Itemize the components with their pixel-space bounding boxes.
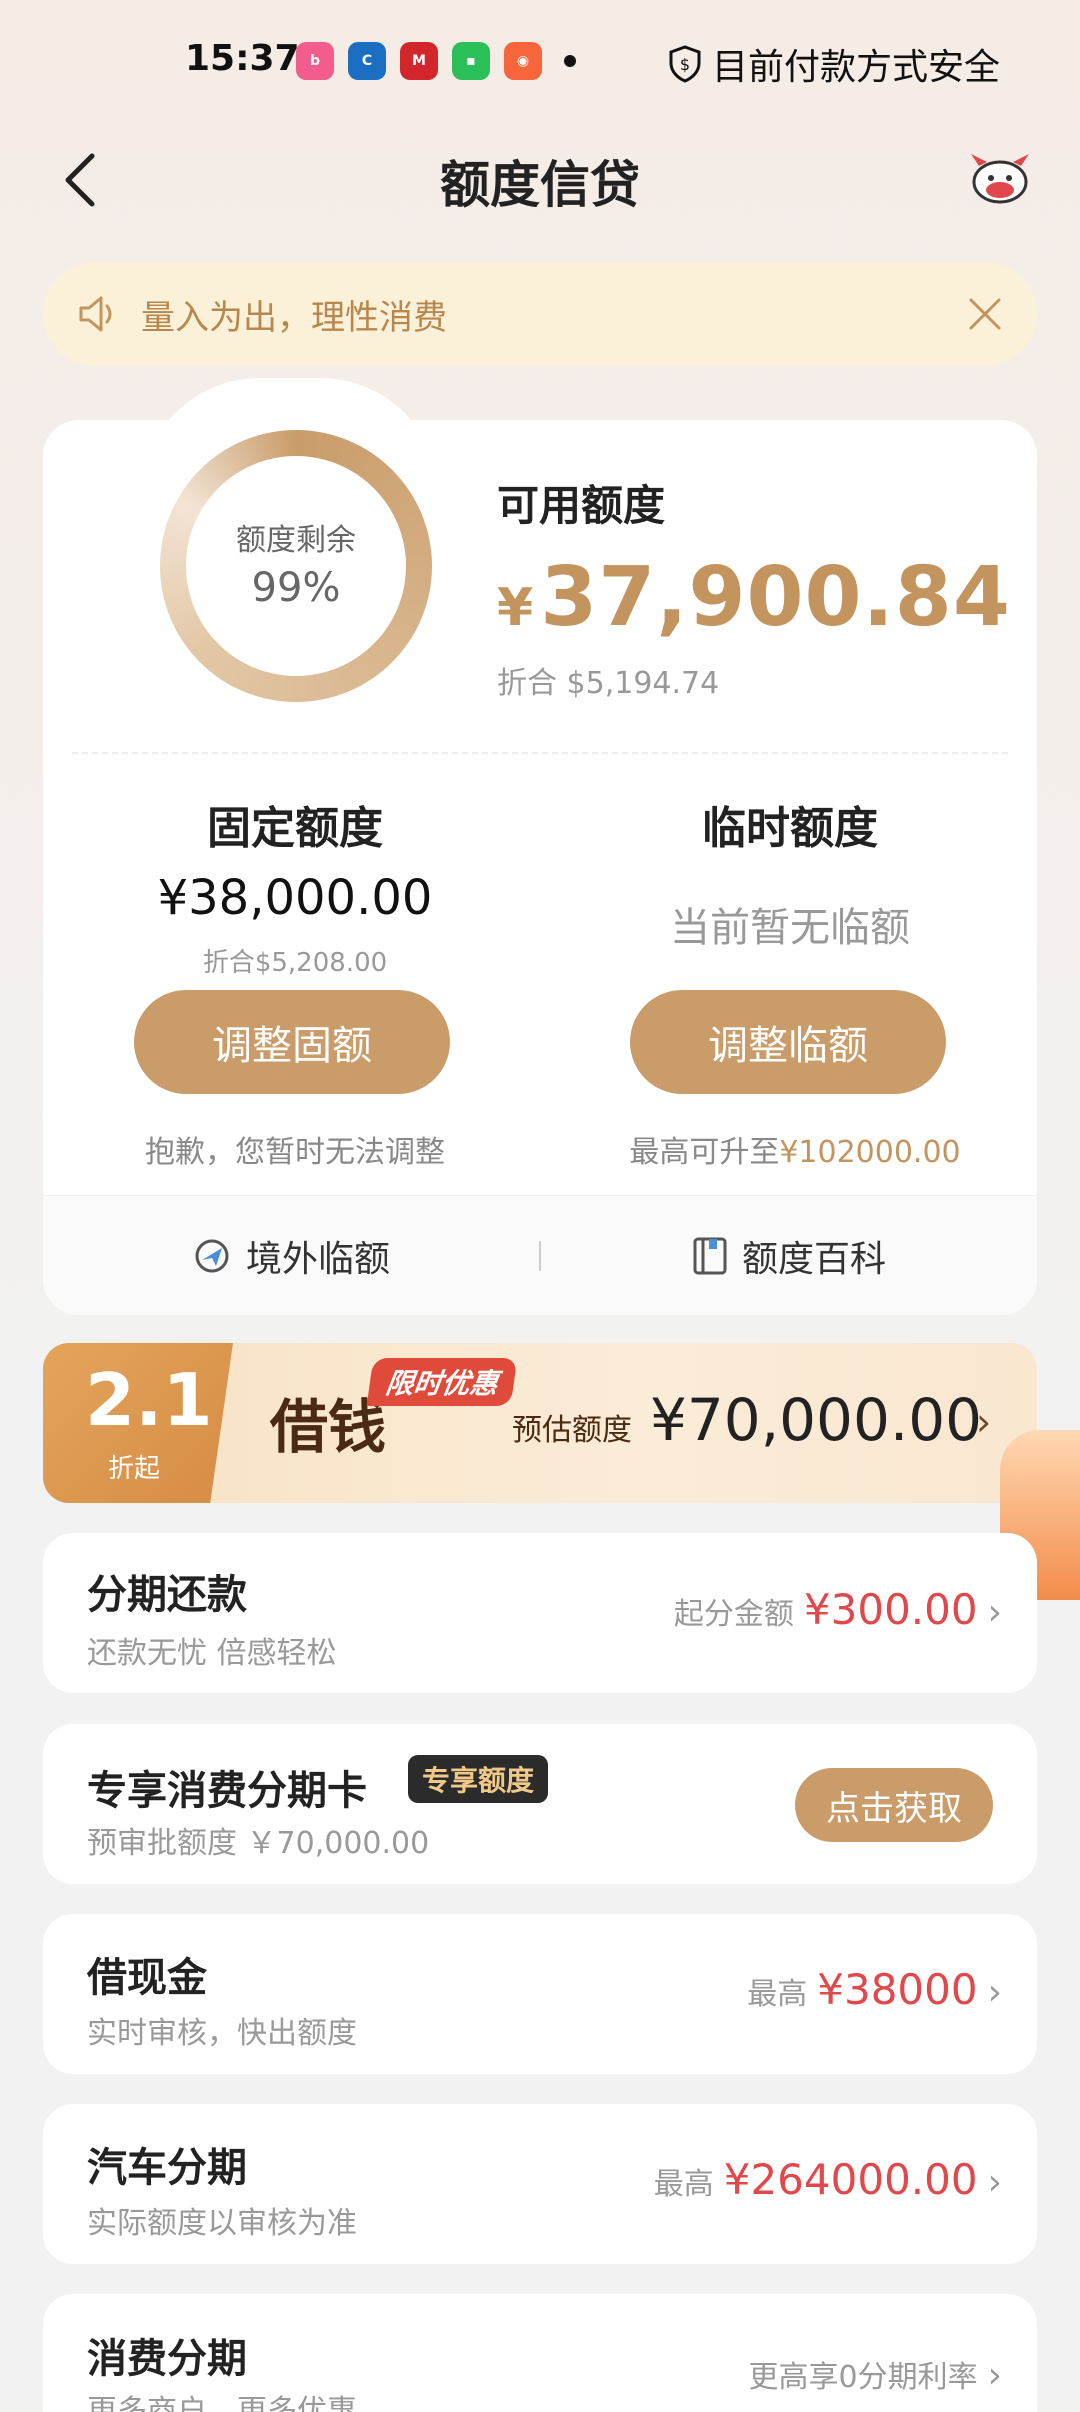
temp-limit-title: 临时额度 (702, 803, 878, 854)
ccb-app-icon: C (348, 42, 386, 80)
promo-est-label: 预估额度 (512, 1413, 632, 1448)
temp-limit-note: 最高可升至¥102000.00 (590, 1127, 1000, 1171)
divider (72, 752, 1008, 754)
product-right-label: 最高 (653, 2167, 714, 2202)
store-app-icon: ◉ (504, 42, 542, 80)
status-time: 15:37 (185, 38, 300, 79)
product-right-label: 起分金额 (673, 1597, 794, 1632)
product-sub: 预审批额度 ￥70,000.00 (87, 1826, 430, 1861)
security-text: 目前付款方式安全 (711, 47, 1000, 88)
page-title: 额度信贷 (440, 156, 640, 214)
promo-rate-suffix: 折起 (108, 1454, 161, 1484)
fixed-limit-equiv: 折合$5,208.00 (202, 948, 388, 978)
chevron-right-icon: › (987, 1592, 1002, 1633)
cmb-app-icon: M (400, 42, 438, 80)
notice-text: 量入为出，理性消费 (141, 297, 447, 338)
adjust-temp-button[interactable]: 调整临额 (630, 990, 946, 1094)
product-right: 最高 ¥38000 › (747, 1965, 1002, 2014)
available-label: 可用额度 (497, 481, 666, 530)
temp-limit-status: 当前暂无临额 (670, 905, 910, 951)
status-app-icons: b C M ▪ ◉ (296, 42, 576, 80)
book-icon (693, 1237, 727, 1274)
adjust-fixed-button[interactable]: 调整固额 (134, 990, 450, 1094)
chat-app-icon: ▪ (452, 42, 490, 80)
mascot-cow-icon[interactable] (965, 148, 1035, 208)
notice-bar: 量入为出，理性消费 (43, 262, 1037, 366)
close-icon[interactable] (967, 296, 1003, 332)
promo-rate: 2.1 (85, 1358, 213, 1442)
speaker-icon (79, 296, 112, 332)
product-sub: 还款无忧 倍感轻松 (87, 1636, 337, 1671)
ring-label: 额度剩余 (236, 523, 356, 558)
plane-icon (195, 1239, 229, 1272)
available-amount: ¥37,900.84 (497, 550, 1011, 645)
payment-security-indicator: $ 目前付款方式安全 (668, 38, 1000, 90)
product-right-label: 最高 (747, 1977, 808, 2012)
product-right-label: 更高享0分期利率 (748, 2360, 978, 2395)
product-title: 汽车分期 (87, 2145, 247, 2191)
available-equiv: 折合 $5,194.74 (497, 666, 720, 701)
chevron-right-icon: › (987, 1972, 1002, 2013)
svg-text:$: $ (680, 55, 690, 74)
get-offer-button[interactable]: 点击获取 (795, 1768, 993, 1842)
fixed-limit-amount: ¥38,000.00 (157, 870, 433, 926)
card-footer-links: 境外临额 额度百科 (43, 1195, 1037, 1315)
overseas-limit-link[interactable]: 境外临额 (43, 1230, 539, 1282)
product-right: 最高 ¥264000.00 › (654, 2155, 1002, 2204)
currency-symbol: ¥ (497, 578, 535, 638)
fixed-limit-title: 固定额度 (207, 803, 383, 854)
product-title: 借现金 (87, 1955, 207, 2001)
overseas-limit-label: 境外临额 (245, 1238, 390, 1280)
product-right: 起分金额 ¥300.00 › (674, 1585, 1002, 1634)
available-amount-value: 37,900.84 (540, 550, 1011, 645)
product-right: 更高享0分期利率 › (749, 2352, 1003, 2396)
limit-wiki-link[interactable]: 额度百科 (541, 1230, 1037, 1282)
product-sub: 实时审核，快出额度 (87, 2016, 357, 2051)
ring-percent: 99% (251, 565, 341, 611)
product-right-value: ¥38000 (817, 1965, 978, 2014)
chevron-right-icon: › (987, 2355, 1002, 2396)
limit-wiki-label: 额度百科 (741, 1238, 886, 1280)
product-title: 专享消费分期卡 (87, 1768, 367, 1814)
more-notifications-dot (564, 55, 576, 67)
product-sub: 实际额度以审核为准 (87, 2206, 357, 2241)
product-sub: 更多商户，更多优惠 (87, 2394, 357, 2412)
temp-note-amount: ¥102000.00 (779, 1135, 961, 1170)
promo-est-amount: ¥70,000.00 (650, 1386, 983, 1454)
product-title: 消费分期 (87, 2336, 247, 2382)
fixed-limit-note: 抱歉，您暂时无法调整 (145, 1135, 445, 1170)
product-right-value: ¥300.00 (803, 1585, 978, 1634)
product-right-value: ¥264000.00 (723, 2155, 978, 2204)
temp-note-prefix: 最高可升至 (629, 1135, 780, 1170)
product-title: 分期还款 (87, 1572, 247, 1618)
chevron-right-icon: › (976, 1400, 992, 1444)
exclusive-badge: 专享额度 (408, 1755, 549, 1803)
chevron-right-icon: › (987, 2162, 1002, 2203)
promo-tag: 限时优惠 (366, 1358, 518, 1406)
shield-icon: $ (669, 45, 701, 83)
bilibili-app-icon: b (296, 42, 334, 80)
